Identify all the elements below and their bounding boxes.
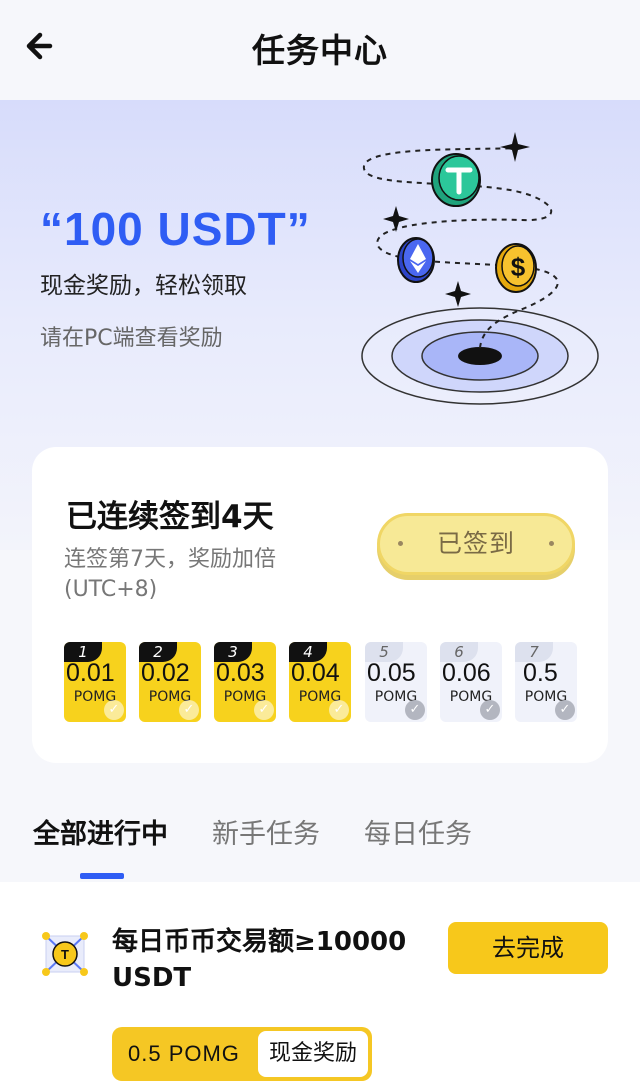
check-icon: ✓ bbox=[179, 700, 199, 720]
top-bar: 任务中心 bbox=[0, 0, 640, 100]
page-title: 任务中心 bbox=[252, 31, 388, 70]
signed-in-button[interactable]: 已签到 bbox=[377, 513, 575, 575]
checkin-day-4: 4 0.04 POMG ✓ bbox=[289, 642, 351, 722]
reward-amount: 0.5 POMG bbox=[128, 1041, 240, 1066]
coins-vortex-illustration: $ bbox=[361, 132, 599, 405]
check-icon: ✓ bbox=[405, 700, 425, 720]
promo-note: 请在PC端查看奖励 bbox=[40, 326, 223, 351]
checkin-day-3: 3 0.03 POMG ✓ bbox=[214, 642, 276, 722]
day-reward-value: 0.5 bbox=[523, 659, 558, 687]
button-dot-left bbox=[398, 541, 403, 546]
day-reward-value: 0.02 bbox=[141, 659, 190, 687]
checkin-card: 已连续签到4天 连签第7天，奖励加倍(UTC+8) 已签到 1 0.01 POM… bbox=[32, 447, 608, 763]
active-tab-indicator bbox=[80, 873, 124, 879]
tab-all-in-progress[interactable]: 全部进行中 bbox=[33, 812, 168, 851]
svg-text:$: $ bbox=[511, 252, 526, 282]
check-icon: ✓ bbox=[480, 700, 500, 720]
checkin-subtitle: 连签第7天，奖励加倍(UTC+8) bbox=[64, 547, 276, 602]
svg-text:T: T bbox=[61, 947, 69, 962]
task-tabs: 全部进行中 新手任务 每日任务 bbox=[0, 790, 640, 880]
task-title: 每日币币交易额≥10000 USDT bbox=[112, 927, 407, 993]
signed-in-label: 已签到 bbox=[436, 529, 515, 558]
go-complete-button[interactable]: 去完成 bbox=[448, 922, 608, 974]
checkin-day-1: 1 0.01 POMG ✓ bbox=[64, 642, 126, 722]
checkin-day-7: 7 0.5 POMG ✓ bbox=[515, 642, 577, 722]
checkin-days-row: 1 0.01 POMG ✓ 2 0.02 POMG ✓ 3 0.03 POMG … bbox=[64, 642, 579, 722]
reward-tag: 0.5 POMG 现金奖励 bbox=[112, 1027, 372, 1081]
checkin-day-5: 5 0.05 POMG ✓ bbox=[365, 642, 427, 722]
checkin-day-2: 2 0.02 POMG ✓ bbox=[139, 642, 201, 722]
check-icon: ✓ bbox=[329, 700, 349, 720]
day-reward-value: 0.05 bbox=[367, 659, 416, 687]
task-list: T 每日币币交易额≥10000 USDT 去完成 0.5 POMG 现金奖励 bbox=[0, 882, 640, 1085]
promo-amount: “100 USDT” bbox=[40, 203, 311, 255]
reward-type-badge: 现金奖励 bbox=[258, 1031, 368, 1077]
checkin-streak-title: 已连续签到4天 bbox=[66, 499, 274, 535]
check-icon: ✓ bbox=[555, 700, 575, 720]
day-reward-value: 0.03 bbox=[216, 659, 265, 687]
day-reward-value: 0.01 bbox=[66, 659, 115, 687]
promo-subtitle: 现金奖励，轻松领取 bbox=[40, 273, 247, 299]
day-reward-value: 0.06 bbox=[442, 659, 491, 687]
check-icon: ✓ bbox=[254, 700, 274, 720]
check-icon: ✓ bbox=[104, 700, 124, 720]
tab-daily-tasks[interactable]: 每日任务 bbox=[364, 812, 472, 851]
tab-newbie-tasks[interactable]: 新手任务 bbox=[212, 812, 320, 851]
trading-task-icon: T bbox=[42, 932, 88, 976]
button-dot-right bbox=[549, 541, 554, 546]
checkin-day-6: 6 0.06 POMG ✓ bbox=[440, 642, 502, 722]
day-reward-value: 0.04 bbox=[291, 659, 340, 687]
